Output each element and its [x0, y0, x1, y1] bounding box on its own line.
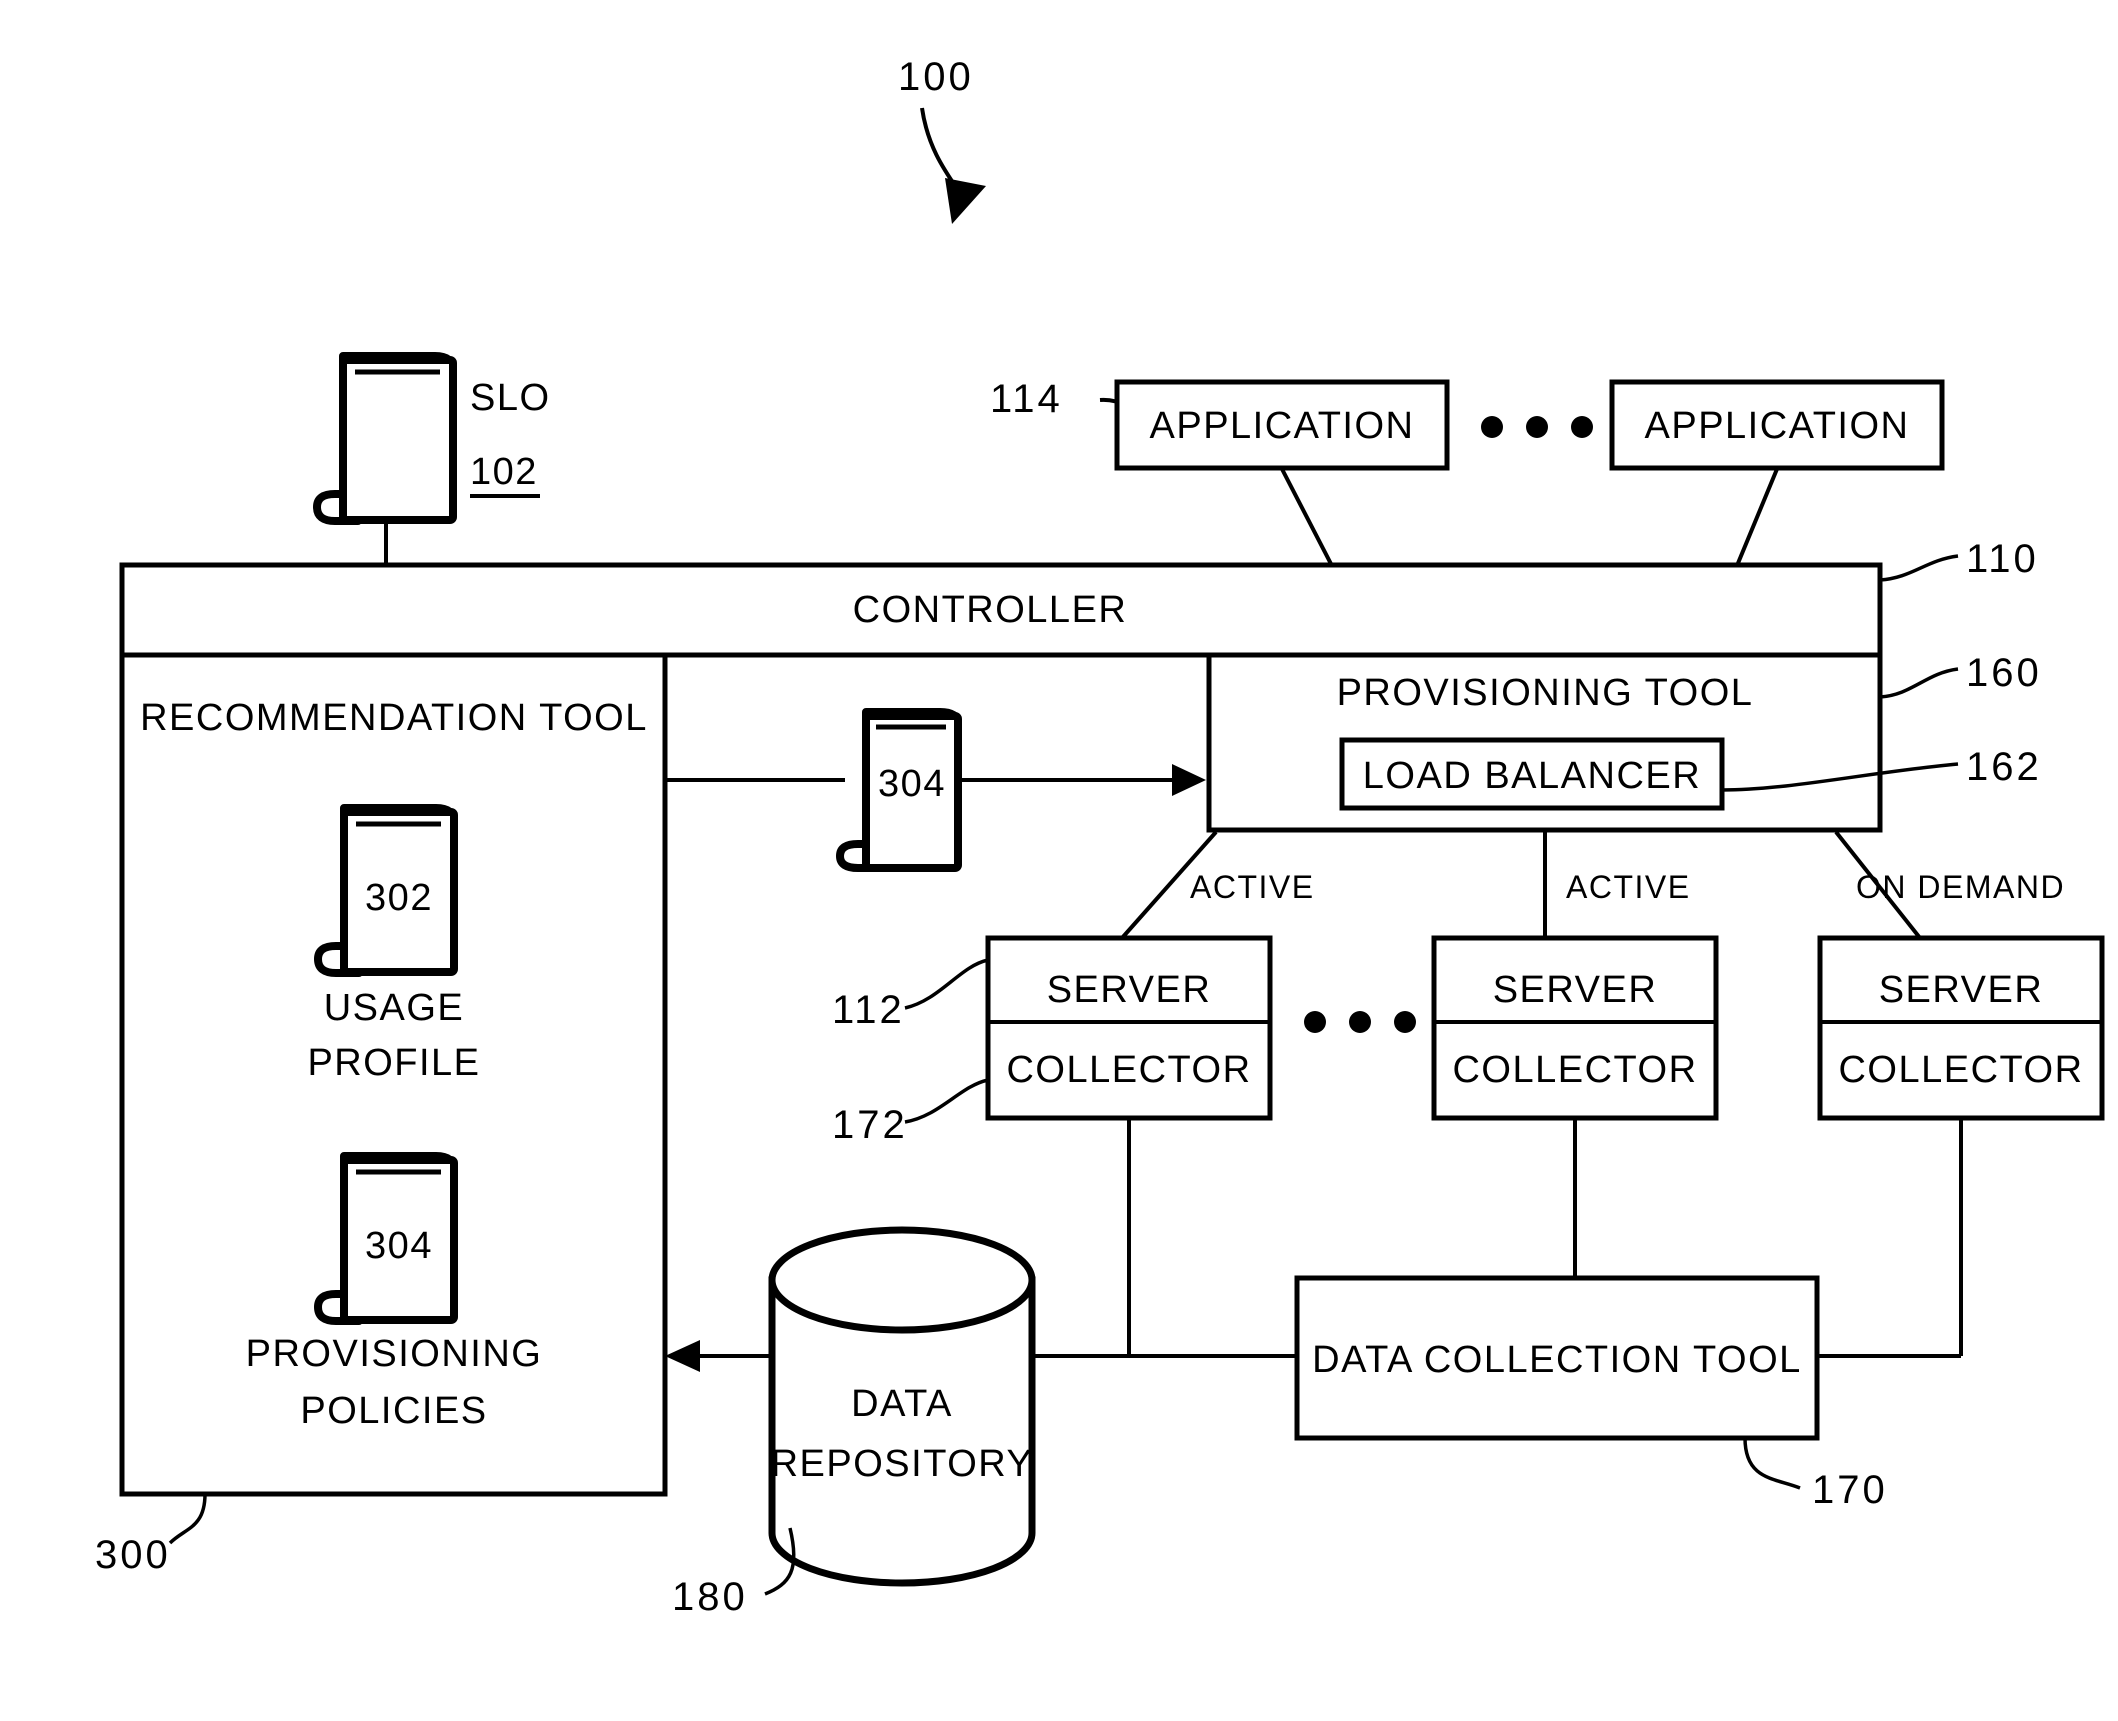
- ellipsis-dot-apps-3: [1571, 416, 1593, 438]
- repository-to-recommendation-arrowhead: [665, 1340, 700, 1372]
- slo-label: SLO: [470, 377, 551, 419]
- collector-ref-label: 172: [832, 1103, 908, 1147]
- collector-label-3: COLLECTOR: [1838, 1049, 2083, 1091]
- provisioning-tool-ref-label: 160: [1966, 651, 2042, 695]
- server-label-1: SERVER: [1047, 969, 1212, 1011]
- slo-document-icon: [313, 352, 457, 525]
- data-collection-tool-ref-label: 170: [1812, 1468, 1888, 1512]
- recommendation-tool-ref-leader: [168, 1493, 207, 1545]
- application-label-2: APPLICATION: [1645, 405, 1910, 447]
- data-repository-label-line2: REPOSITORY: [771, 1443, 1034, 1485]
- system-architecture-diagram: 100 SLO 102 114 APPLICATION APPLICATION …: [95, 55, 2105, 1619]
- policy-to-provisioning-arrowhead: [1172, 764, 1206, 796]
- application-ref-label: 114: [990, 377, 1063, 421]
- ellipsis-dot-apps-2: [1526, 416, 1548, 438]
- server-3-state-label: ON DEMAND: [1856, 869, 2065, 905]
- provisioning-tool-ref-leader: [1879, 667, 1959, 699]
- patent-figure-page: 100 SLO 102 114 APPLICATION APPLICATION …: [0, 0, 2118, 1721]
- ellipsis-dot-servers-2: [1349, 1011, 1371, 1033]
- ellipsis-dot-apps-1: [1481, 416, 1503, 438]
- data-repository-label-line1: DATA: [851, 1383, 953, 1425]
- server-ref-label: 112: [832, 988, 905, 1032]
- figure-number-label: 100: [898, 55, 974, 99]
- recommendation-tool-label: RECOMMENDATION TOOL: [140, 697, 648, 739]
- server-box-1[interactable]: [985, 935, 1273, 1121]
- recommendation-tool-ref-label: 300: [95, 1533, 171, 1577]
- data-repository-ref-label: 180: [672, 1575, 748, 1619]
- provisioning-policies-label-line1: PROVISIONING: [246, 1333, 543, 1375]
- server-box-3[interactable]: [1817, 935, 2105, 1121]
- provisioning-policies-label-line2: POLICIES: [300, 1390, 487, 1432]
- figure-leader-arrowhead: [945, 178, 986, 224]
- application-label-1: APPLICATION: [1150, 405, 1415, 447]
- server-ref-leader: [904, 958, 989, 1010]
- controller-ref-leader: [1879, 554, 1959, 582]
- usage-profile-label-line2: PROFILE: [307, 1042, 480, 1084]
- provisioning-policies-ref-label: 304: [365, 1225, 433, 1267]
- data-collection-tool-ref-leader: [1743, 1437, 1801, 1490]
- server-label-2: SERVER: [1493, 969, 1658, 1011]
- server-box-2[interactable]: [1431, 935, 1719, 1121]
- provisioning-tool-label: PROVISIONING TOOL: [1337, 672, 1754, 714]
- slo-ref-label: 102: [470, 451, 538, 493]
- load-balancer-label: LOAD BALANCER: [1363, 755, 1701, 797]
- controller-ref-label: 110: [1966, 537, 2039, 581]
- usage-profile-ref-label: 302: [365, 877, 433, 919]
- server-label-3: SERVER: [1879, 969, 2044, 1011]
- collector-label-2: COLLECTOR: [1452, 1049, 1697, 1091]
- controller-label: CONTROLLER: [853, 589, 1128, 631]
- ellipsis-dot-servers-3: [1394, 1011, 1416, 1033]
- collector-ref-leader: [904, 1078, 989, 1124]
- usage-profile-label-line1: USAGE: [324, 987, 465, 1029]
- server-1-state-label: ACTIVE: [1190, 869, 1315, 905]
- ellipsis-dot-servers-1: [1304, 1011, 1326, 1033]
- provisioning-policies-mid-ref-label: 304: [878, 763, 946, 805]
- server-2-state-label: ACTIVE: [1566, 869, 1691, 905]
- load-balancer-ref-label: 162: [1966, 745, 2042, 789]
- collector-label-1: COLLECTOR: [1006, 1049, 1251, 1091]
- data-collection-tool-label: DATA COLLECTION TOOL: [1312, 1339, 1802, 1381]
